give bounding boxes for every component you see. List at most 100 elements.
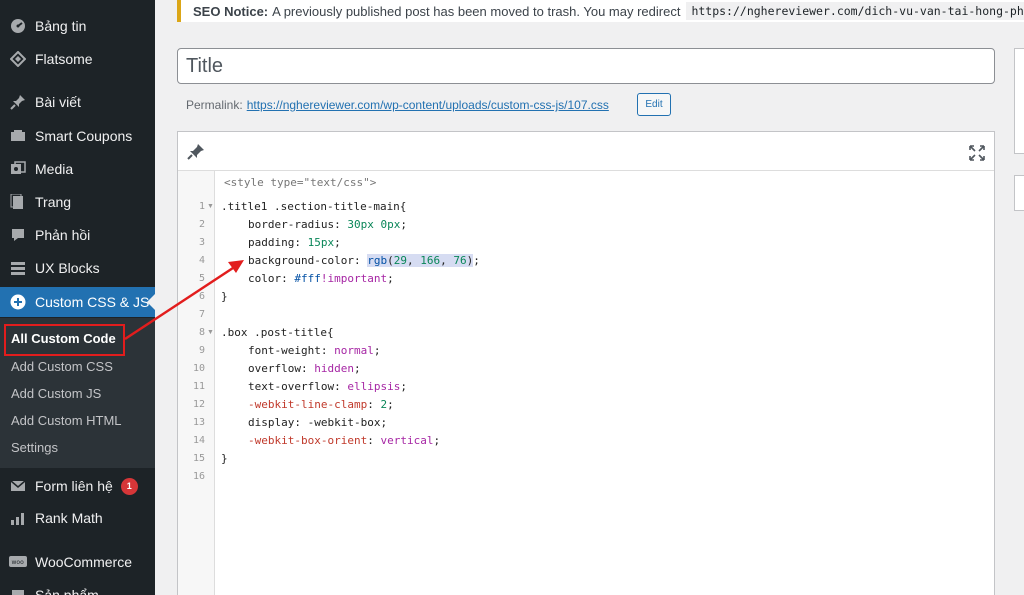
menu-item-label: Custom CSS & JS	[35, 294, 150, 310]
line-number: 4	[198, 255, 205, 266]
menu-item-label: Smart Coupons	[35, 128, 133, 144]
line-number: 1	[198, 201, 205, 212]
line-number: 12	[192, 399, 205, 410]
svg-text:woo: woo	[12, 559, 25, 566]
line-number: 6	[198, 291, 205, 302]
menu-item-label: Bảng tin	[35, 18, 87, 34]
menu-item-smart-coupons[interactable]: Smart Coupons	[0, 121, 155, 151]
code-line: font-weight: normal;	[248, 344, 381, 357]
menu-item-label: Flatsome	[35, 51, 93, 67]
product-icon	[8, 585, 28, 595]
dashboard-icon	[8, 16, 28, 36]
code-line: .box .post-title{	[221, 326, 334, 339]
notice-url: https://nghereviewer.com/dich-vu-van-tai…	[686, 2, 1024, 20]
side-panel	[1014, 48, 1024, 154]
line-number: 13	[192, 417, 205, 428]
code-line: .title1 .section-title-main{	[221, 200, 407, 213]
code-line: text-overflow: ellipsis;	[248, 380, 407, 393]
flatsome-icon	[8, 49, 28, 69]
code-line: }	[221, 290, 228, 303]
code-line: -webkit-line-clamp: 2;	[248, 398, 394, 411]
edit-permalink-button[interactable]: Edit	[637, 93, 671, 116]
submenu-add-custom-css[interactable]: Add Custom CSS	[0, 354, 155, 378]
line-number: 3	[198, 237, 205, 248]
submenu-add-custom-html[interactable]: Add Custom HTML	[0, 408, 155, 432]
code-line: border-radius: 30px 0px;	[248, 218, 407, 231]
submenu-add-custom-js[interactable]: Add Custom JS	[0, 381, 155, 405]
permalink-label: Permalink:	[186, 98, 243, 112]
menu-item-comments[interactable]: Phản hồi	[0, 220, 155, 250]
code-line: color: #fff!important;	[248, 272, 394, 285]
fold-arrow-icon[interactable]: ▼	[207, 203, 214, 210]
menu-item-contact-form[interactable]: Form liên hệ 1	[0, 471, 155, 501]
menu-item-label: Bài viết	[35, 94, 81, 110]
submenu-label: Add Custom CSS	[11, 358, 113, 374]
code-line: background-color: rgb(29, 166, 76);	[248, 254, 480, 267]
code-line: padding: 15px;	[248, 236, 341, 249]
menu-item-pages[interactable]: Trang	[0, 187, 155, 217]
woo-icon: woo	[8, 552, 28, 572]
coupon-icon	[8, 126, 28, 146]
code-area[interactable]: <style type="text/css"> 1 2 3 4 5 6 7 8 …	[178, 170, 994, 595]
chart-icon	[8, 508, 28, 528]
side-panel	[1014, 175, 1024, 211]
line-number: 16	[192, 471, 205, 482]
pin-icon	[8, 92, 28, 112]
code-line: display: -webkit-box;	[248, 416, 388, 429]
code-line: overflow: hidden;	[248, 362, 361, 375]
mail-icon	[8, 476, 28, 496]
menu-item-label: Sản phẩm	[35, 587, 99, 595]
fullscreen-icon[interactable]	[968, 144, 986, 162]
page-icon	[8, 192, 28, 212]
submenu-label: Add Custom HTML	[11, 412, 122, 428]
editor-toolbar	[178, 132, 994, 170]
permalink-link[interactable]: https://nghereviewer.com/wp-content/uplo…	[247, 98, 609, 112]
admin-sidebar: Bảng tin Flatsome Bài viết Smart Coupons…	[0, 0, 155, 595]
code-editor-box: <style type="text/css"> 1 2 3 4 5 6 7 8 …	[177, 131, 995, 595]
submenu-label: Add Custom JS	[11, 385, 102, 401]
menu-item-label: Form liên hệ	[35, 478, 113, 494]
style-tag: <style type="text/css">	[224, 176, 377, 189]
submenu-settings[interactable]: Settings	[0, 435, 155, 459]
line-number: 10	[192, 363, 205, 374]
highlight-box	[4, 324, 125, 356]
menu-item-label: Media	[35, 161, 74, 177]
menu-item-label: Phản hồi	[35, 227, 91, 243]
menu-item-media[interactable]: Media	[0, 154, 155, 184]
title-input[interactable]	[177, 48, 995, 84]
line-number: 7	[198, 309, 205, 320]
menu-item-ux-blocks[interactable]: UX Blocks	[0, 253, 155, 283]
blocks-icon	[8, 258, 28, 278]
notification-badge: 1	[120, 477, 138, 495]
line-number: 2	[198, 219, 205, 230]
code-line: -webkit-box-orient: vertical;	[248, 434, 441, 447]
pin-icon[interactable]	[186, 142, 206, 162]
plus-circle-icon	[8, 292, 28, 312]
menu-item-label: Trang	[35, 194, 72, 210]
line-number: 14	[192, 435, 205, 446]
menu-item-rank-math[interactable]: Rank Math	[0, 503, 155, 533]
seo-notice: SEO Notice: A previously published post …	[177, 0, 1024, 22]
menu-item-label: Rank Math	[35, 510, 103, 526]
code-line: }	[221, 452, 228, 465]
menu-item-woocommerce[interactable]: woo WooCommerce	[0, 547, 155, 577]
notice-text: A previously published post has been mov…	[272, 3, 681, 19]
fold-arrow-icon[interactable]: ▼	[207, 329, 214, 336]
menu-item-label: WooCommerce	[35, 554, 132, 570]
submenu-label: Settings	[11, 439, 58, 455]
media-icon	[8, 159, 28, 179]
menu-item-dashboard[interactable]: Bảng tin	[0, 11, 155, 41]
menu-item-products[interactable]: Sản phẩm	[0, 580, 155, 595]
line-number: 8	[198, 327, 205, 338]
line-number: 15	[192, 453, 205, 464]
menu-item-flatsome[interactable]: Flatsome	[0, 44, 155, 74]
permalink: Permalink: https://nghereviewer.com/wp-c…	[186, 96, 609, 114]
comment-icon	[8, 225, 28, 245]
notice-label: SEO Notice:	[193, 3, 269, 19]
line-number: 5	[198, 273, 205, 284]
menu-item-label: UX Blocks	[35, 260, 100, 276]
line-number: 11	[192, 381, 205, 392]
menu-item-posts[interactable]: Bài viết	[0, 87, 155, 117]
menu-item-custom-css-js[interactable]: Custom CSS & JS	[0, 287, 155, 317]
line-number: 9	[198, 345, 205, 356]
